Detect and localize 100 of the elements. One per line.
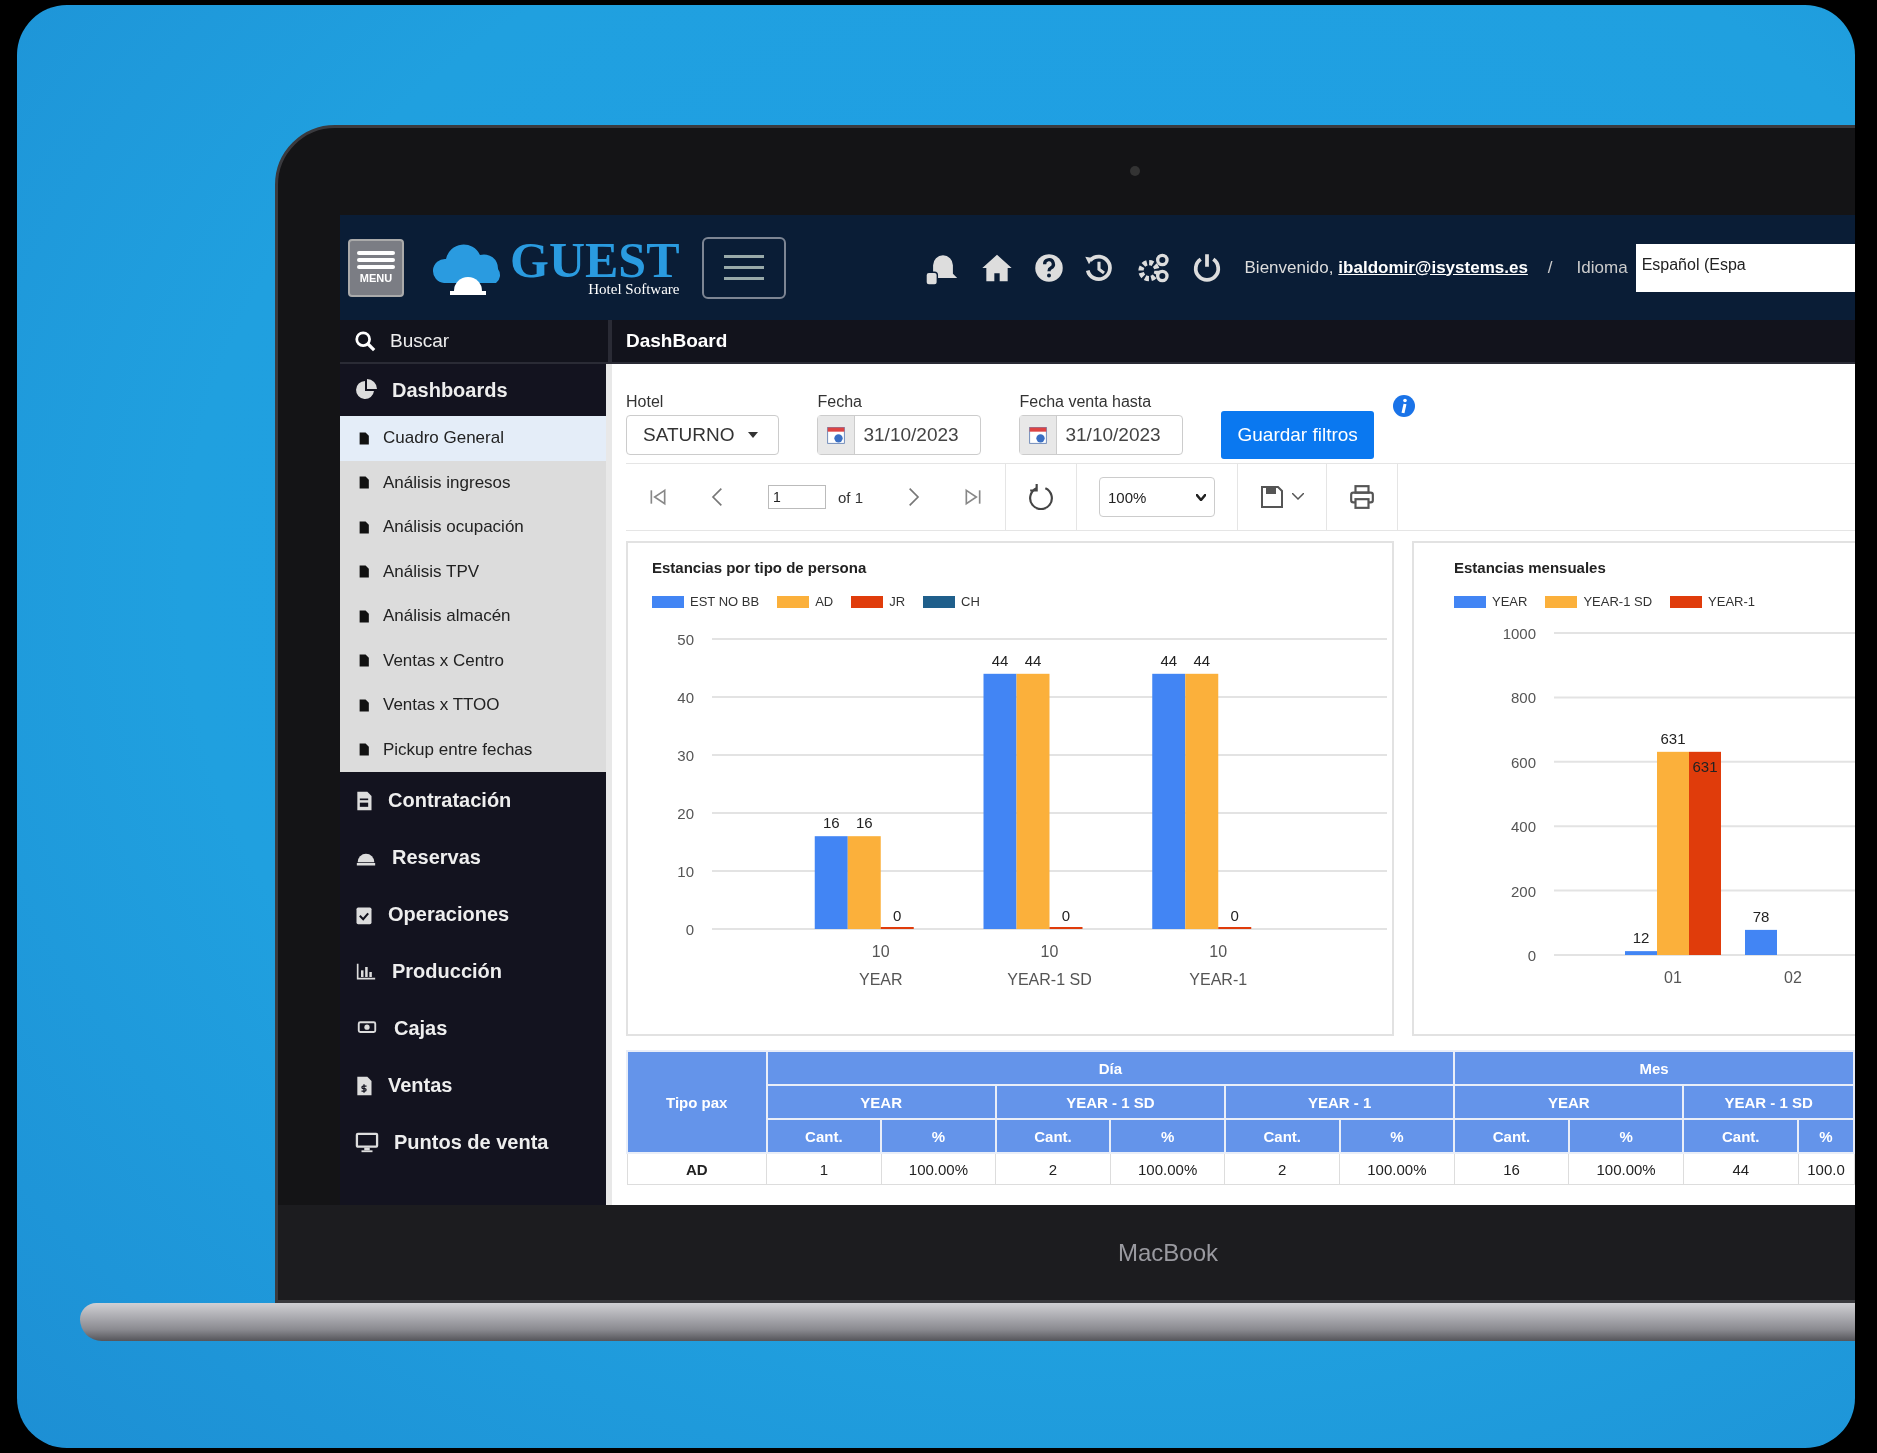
data-label: 44 bbox=[1193, 651, 1211, 669]
y-tick-label: 0 bbox=[685, 921, 694, 938]
page-title: DashBoard bbox=[626, 330, 728, 352]
sidebar-subitem[interactable]: Análisis almacén bbox=[340, 594, 606, 639]
search-link[interactable]: Buscar bbox=[390, 330, 450, 352]
sidebar-subitem[interactable]: Pickup entre fechas bbox=[340, 727, 606, 772]
sidebar-subitem[interactable]: Ventas x Centro bbox=[340, 638, 606, 683]
y-tick-label: 600 bbox=[1510, 753, 1536, 771]
sidebar-item[interactable]: Dashboards bbox=[340, 364, 606, 416]
logo-wordmark: GUEST bbox=[510, 237, 680, 283]
table-cell: 16 bbox=[1454, 1153, 1569, 1185]
table-cell: 44 bbox=[1683, 1153, 1799, 1185]
device-label: MacBook bbox=[1118, 1238, 1219, 1267]
sidebar-item[interactable]: Cajas bbox=[340, 1000, 606, 1057]
save-filters-button[interactable]: Guardar filtros bbox=[1221, 411, 1374, 459]
page-count-text: of 1 bbox=[838, 488, 864, 506]
save-menu-button[interactable] bbox=[1260, 485, 1305, 509]
x-axis-label: 10 YEAR-1 SD bbox=[1007, 943, 1092, 988]
data-label: 16 bbox=[822, 814, 840, 832]
info-icon bbox=[1391, 393, 1416, 418]
data-label: 0 bbox=[1230, 907, 1239, 924]
column-header: Cant. bbox=[1683, 1119, 1799, 1153]
data-label: 631 bbox=[1660, 729, 1686, 747]
table-cell: 100.0 bbox=[1798, 1153, 1854, 1185]
column-header: % bbox=[881, 1119, 996, 1153]
calendar-icon bbox=[826, 425, 847, 445]
y-tick-label: 800 bbox=[1510, 689, 1536, 707]
monitor-icon bbox=[354, 1131, 380, 1154]
caret-icon bbox=[1292, 493, 1305, 501]
language-select[interactable]: Español (Espa bbox=[1635, 243, 1855, 292]
refresh-icon bbox=[1028, 484, 1055, 510]
language-label: Idioma bbox=[1576, 257, 1628, 278]
y-tick-label: 10 bbox=[677, 863, 694, 880]
column-header: % bbox=[1110, 1119, 1225, 1153]
menu-toggle-button[interactable] bbox=[701, 236, 786, 299]
legend-label: YEAR bbox=[1492, 594, 1528, 609]
sidebar-item[interactable]: Puntos de venta bbox=[340, 1114, 606, 1171]
first-page-button[interactable] bbox=[648, 487, 668, 507]
legend-label: JR bbox=[889, 594, 906, 609]
sidebar-subitem[interactable]: Análisis TPV bbox=[340, 549, 606, 594]
refresh-button[interactable] bbox=[1028, 484, 1055, 510]
last-page-icon bbox=[963, 487, 984, 507]
welcome-text: Bienvenido, bbox=[1244, 257, 1334, 278]
date-field[interactable]: 31/10/2023 bbox=[817, 415, 982, 455]
menu-button[interactable]: MENU bbox=[348, 238, 404, 297]
table-cell: 100.00% bbox=[881, 1153, 996, 1185]
data-label: 631 bbox=[1692, 757, 1718, 775]
column-header: YEAR - 1 SD bbox=[995, 1085, 1225, 1119]
y-tick-label: 0 bbox=[1527, 947, 1536, 964]
sidebar-item[interactable]: Ventas bbox=[340, 1057, 606, 1114]
y-tick-label: 50 bbox=[677, 631, 694, 648]
date-field[interactable]: 31/10/2023 bbox=[1019, 415, 1184, 455]
pie-chart-icon bbox=[354, 378, 378, 402]
data-label: 0 bbox=[893, 907, 902, 924]
data-label: 0 bbox=[1061, 907, 1071, 924]
data-label: 44 bbox=[1024, 651, 1042, 669]
user-link[interactable]: ibaldomir@isystems.es bbox=[1338, 257, 1528, 278]
help-icon bbox=[1033, 252, 1064, 283]
bar-chart-icon bbox=[354, 961, 378, 982]
history-icon bbox=[1083, 252, 1114, 283]
logo-tagline: Hotel Software bbox=[588, 281, 680, 298]
x-axis-label: 10 YEAR-1 bbox=[1189, 943, 1248, 988]
sidebar-item[interactable]: Reservas bbox=[340, 829, 606, 886]
x-axis-label: 02 bbox=[1784, 969, 1802, 986]
sidebar-subitem[interactable]: Cuadro General bbox=[340, 416, 606, 461]
y-tick-label: 200 bbox=[1510, 882, 1536, 900]
legend-label: AD bbox=[815, 594, 834, 609]
legend-label: CH bbox=[961, 594, 980, 609]
sidebar-subitem[interactable]: Análisis ocupación bbox=[340, 505, 606, 550]
sidebar-item[interactable]: Producción bbox=[340, 943, 606, 1000]
field-label: Fecha venta hasta bbox=[1019, 393, 1153, 411]
legend-label: EST NO BB bbox=[690, 594, 760, 609]
column-header: Mes bbox=[1454, 1051, 1854, 1085]
last-page-button[interactable] bbox=[963, 487, 984, 507]
column-header: % bbox=[1568, 1119, 1684, 1153]
print-icon bbox=[1349, 484, 1376, 510]
data-label: 78 bbox=[1752, 907, 1770, 925]
column-header: % bbox=[1798, 1119, 1854, 1153]
sidebar-item[interactable]: Contratación bbox=[340, 772, 606, 829]
zoom-select[interactable]: 100% bbox=[1099, 477, 1216, 517]
column-header: YEAR bbox=[766, 1085, 996, 1119]
hotel-select[interactable]: SATURNO bbox=[626, 415, 780, 455]
field-label: Hotel bbox=[626, 393, 665, 411]
x-axis-label: 10 YEAR bbox=[858, 943, 903, 988]
column-header: Cant. bbox=[1454, 1119, 1569, 1153]
page-number-field[interactable]: 1 bbox=[768, 485, 826, 509]
caret-icon bbox=[748, 432, 759, 438]
print-button[interactable] bbox=[1349, 484, 1376, 510]
sidebar-subitem[interactable]: Análisis ingresos bbox=[340, 460, 606, 505]
table-cell: 100.00% bbox=[1339, 1153, 1455, 1185]
column-header: Cant. bbox=[995, 1119, 1111, 1153]
data-label: 44 bbox=[1160, 651, 1178, 669]
sidebar-subitem[interactable]: Ventas x TTOO bbox=[340, 683, 606, 728]
chart-title: Estancias mensuales bbox=[1454, 559, 1607, 576]
power-icon bbox=[1191, 251, 1222, 284]
legend-label: YEAR-1 bbox=[1708, 594, 1755, 609]
table-cell: 2 bbox=[1225, 1153, 1340, 1185]
sidebar-item[interactable]: Operaciones bbox=[340, 886, 606, 943]
table-cell: 100.00% bbox=[1110, 1153, 1225, 1185]
y-tick-label: 30 bbox=[677, 747, 694, 764]
